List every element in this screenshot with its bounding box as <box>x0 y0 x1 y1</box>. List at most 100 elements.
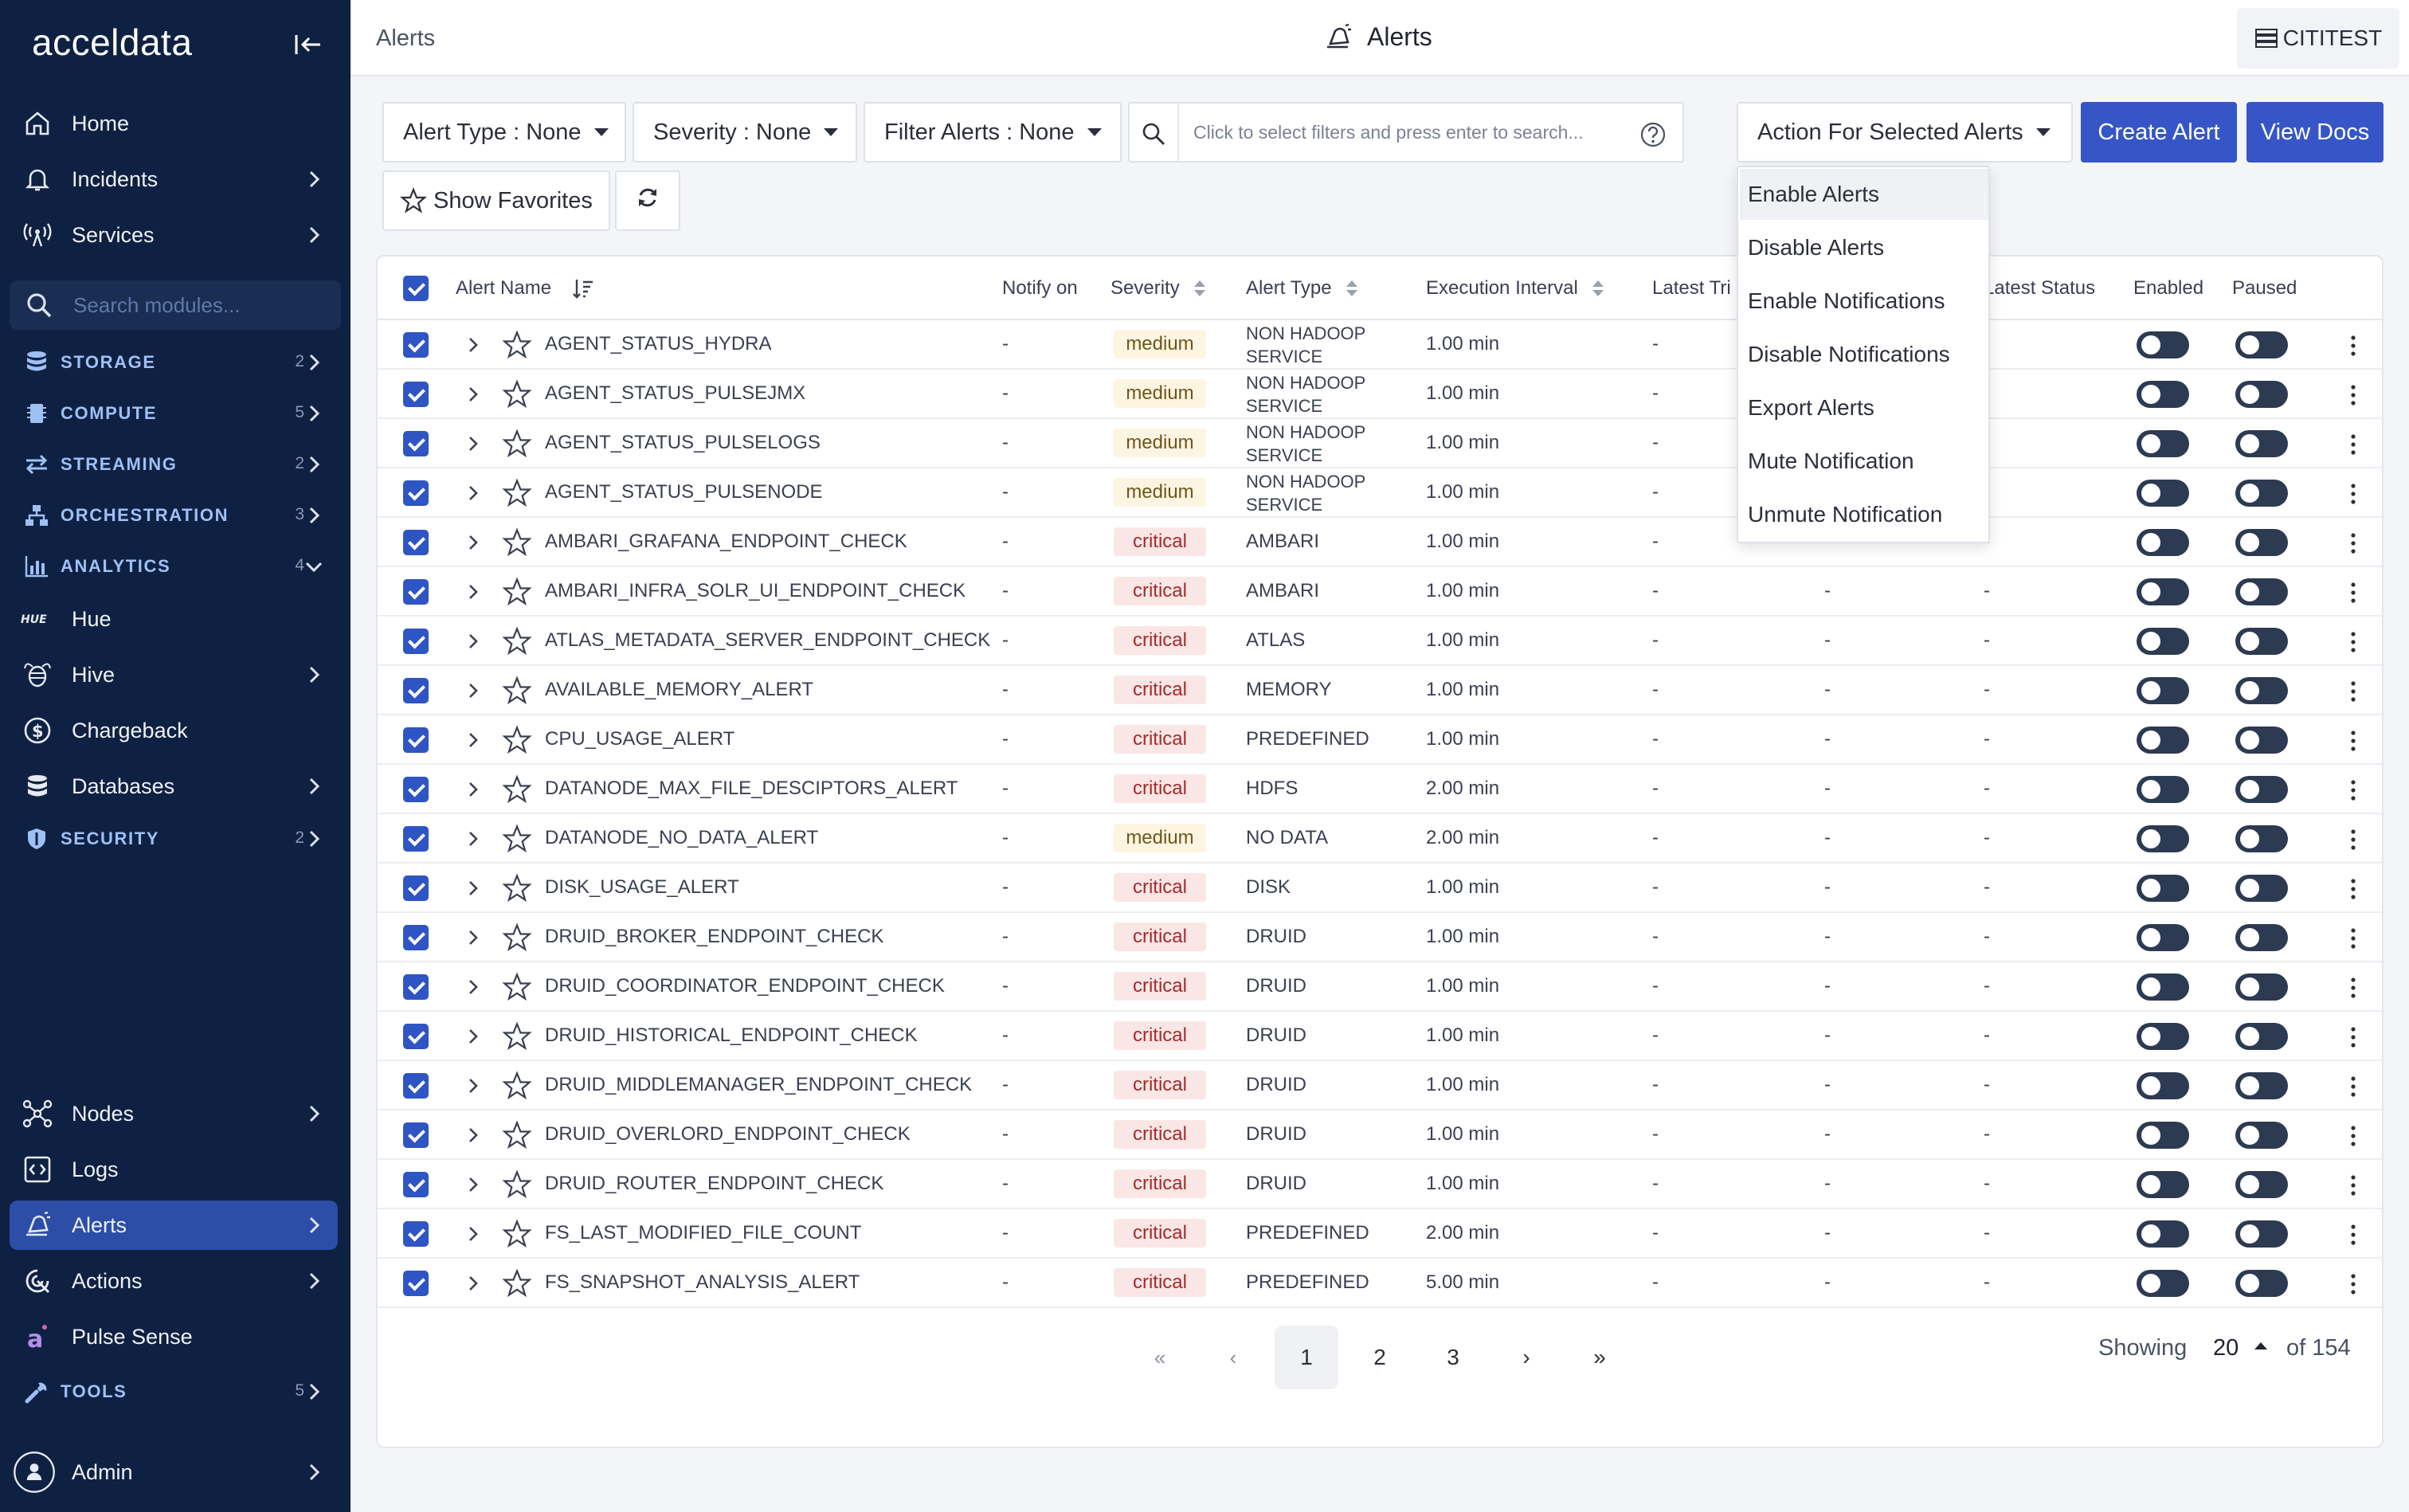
next-page-button[interactable]: › <box>1494 1326 1558 1389</box>
page-2-button[interactable]: 2 <box>1348 1326 1412 1389</box>
nav-incidents[interactable]: Incidents <box>10 155 338 204</box>
filter-alerts-dropdown[interactable]: Filter Alerts : None <box>864 102 1122 163</box>
nav-hue[interactable]: HUE Hue <box>10 594 338 644</box>
table-row[interactable]: FS_LAST_MODIFIED_FILE_COUNT - critical PRED… <box>378 1209 2382 1259</box>
row-checkbox[interactable] <box>403 480 429 506</box>
chevron-right-icon[interactable] <box>464 531 484 554</box>
menu-item-enable-alerts[interactable]: Enable Alerts <box>1740 169 1988 220</box>
chevron-right-icon[interactable] <box>464 630 484 652</box>
star-outline-icon[interactable] <box>502 1169 532 1200</box>
nav-security[interactable]: SECURITY 2 <box>10 814 338 864</box>
nav-logs[interactable]: Logs <box>10 1145 338 1194</box>
more-options-icon[interactable] <box>2347 334 2360 358</box>
first-page-button[interactable]: « <box>1128 1326 1192 1389</box>
enabled-toggle[interactable] <box>2137 924 2189 951</box>
menu-item-export-alerts[interactable]: Export Alerts <box>1740 382 1988 433</box>
row-checkbox[interactable] <box>403 1122 429 1148</box>
table-row[interactable]: DRUID_ROUTER_ENDPOINT_CHECK - critical DRUI… <box>378 1160 2382 1209</box>
page-size-selector[interactable]: 20 <box>2213 1335 2268 1361</box>
alert-name[interactable]: DRUID_MIDDLEMANAGER_ENDPOINT_CHECK <box>545 1074 972 1096</box>
star-outline-icon[interactable] <box>502 1268 532 1299</box>
row-checkbox[interactable] <box>403 777 429 802</box>
table-row[interactable]: AGENT_STATUS_HYDRA - medium NON HADOOP SERV… <box>378 320 2382 370</box>
more-options-icon[interactable] <box>2347 1173 2360 1197</box>
chevron-right-icon[interactable] <box>464 482 484 504</box>
row-checkbox[interactable] <box>403 925 429 950</box>
row-checkbox[interactable] <box>403 382 429 407</box>
table-row[interactable]: DRUID_HISTORICAL_ENDPOINT_CHECK - critical… <box>378 1012 2382 1061</box>
enabled-toggle[interactable] <box>2137 727 2189 754</box>
enabled-toggle[interactable] <box>2137 973 2189 1001</box>
row-checkbox[interactable] <box>403 431 429 456</box>
enabled-toggle[interactable] <box>2137 1220 2189 1248</box>
collapse-sidebar-icon[interactable] <box>293 30 325 59</box>
refresh-button[interactable] <box>615 170 680 231</box>
enabled-toggle[interactable] <box>2137 776 2189 803</box>
nav-tools[interactable]: TOOLS 5 <box>10 1367 338 1416</box>
nav-nodes[interactable]: Nodes <box>10 1089 338 1138</box>
chevron-right-icon[interactable] <box>464 976 484 998</box>
menu-item-disable-alerts[interactable]: Disable Alerts <box>1740 222 1988 273</box>
alert-name[interactable]: AVAILABLE_MEMORY_ALERT <box>545 679 813 701</box>
enabled-toggle[interactable] <box>2137 331 2189 358</box>
star-outline-icon[interactable] <box>502 725 532 755</box>
table-row[interactable]: DISK_USAGE_ALERT - critical DISK 1.00 min - - - <box>378 864 2382 913</box>
row-checkbox[interactable] <box>403 1073 429 1099</box>
paused-toggle[interactable] <box>2235 1270 2288 1297</box>
more-options-icon[interactable] <box>2347 926 2360 950</box>
star-outline-icon[interactable] <box>502 330 532 360</box>
last-page-button[interactable]: » <box>1568 1326 1631 1389</box>
alert-name[interactable]: DRUID_BROKER_ENDPOINT_CHECK <box>545 926 883 948</box>
alert-name[interactable]: DATANODE_NO_DATA_ALERT <box>545 827 818 849</box>
col-paused[interactable]: Paused <box>2232 277 2297 300</box>
more-options-icon[interactable] <box>2347 630 2360 654</box>
more-options-icon[interactable] <box>2347 828 2360 852</box>
nav-orchestration[interactable]: ORCHESTRATION 3 <box>10 491 338 540</box>
page-3-button[interactable]: 3 <box>1421 1326 1485 1389</box>
table-row[interactable]: AMBARI_GRAFANA_ENDPOINT_CHECK - critical AM… <box>378 518 2382 567</box>
alert-name[interactable]: CPU_USAGE_ALERT <box>545 728 734 750</box>
star-outline-icon[interactable] <box>502 676 532 706</box>
more-options-icon[interactable] <box>2347 433 2360 456</box>
breadcrumb[interactable]: Alerts <box>376 25 435 52</box>
star-outline-icon[interactable] <box>502 478 532 508</box>
enabled-toggle[interactable] <box>2137 628 2189 655</box>
star-outline-icon[interactable] <box>502 527 532 558</box>
row-checkbox[interactable] <box>403 1024 429 1049</box>
paused-toggle[interactable] <box>2235 480 2288 507</box>
col-alert-name[interactable]: Alert Name <box>456 277 594 300</box>
show-favorites-button[interactable]: Show Favorites <box>382 170 610 231</box>
row-checkbox[interactable] <box>403 974 429 1000</box>
chevron-right-icon[interactable] <box>464 1173 484 1196</box>
table-row[interactable]: DATANODE_MAX_FILE_DESCIPTORS_ALERT - criti… <box>378 765 2382 814</box>
more-options-icon[interactable] <box>2347 877 2360 901</box>
nav-chargeback[interactable]: $ Chargeback <box>10 706 338 755</box>
table-row[interactable]: DRUID_OVERLORD_ENDPOINT_CHECK - critical DR… <box>378 1110 2382 1160</box>
alert-name[interactable]: AGENT_STATUS_PULSEJMX <box>545 382 805 405</box>
menu-item-unmute-notification[interactable]: Unmute Notification <box>1740 489 1988 540</box>
chevron-right-icon[interactable] <box>464 1025 484 1048</box>
nav-home[interactable]: Home <box>10 99 338 148</box>
paused-toggle[interactable] <box>2235 430 2288 457</box>
paused-toggle[interactable] <box>2235 875 2288 902</box>
col-latest-trigger[interactable]: Latest Tri <box>1652 277 1731 300</box>
table-row[interactable]: AGENT_STATUS_PULSEJMX - medium NON HADOOP S… <box>378 370 2382 419</box>
chevron-right-icon[interactable] <box>464 433 484 455</box>
paused-toggle[interactable] <box>2235 677 2288 704</box>
paused-toggle[interactable] <box>2235 1220 2288 1248</box>
nav-pulse-sense[interactable]: a Pulse Sense <box>10 1312 338 1361</box>
star-outline-icon[interactable] <box>502 824 532 854</box>
star-outline-icon[interactable] <box>502 626 532 656</box>
nav-storage[interactable]: STORAGE 2 <box>10 338 338 387</box>
acceldata-logo[interactable]: acceldata <box>32 21 192 64</box>
star-outline-icon[interactable] <box>502 922 532 953</box>
enabled-toggle[interactable] <box>2137 381 2189 408</box>
alert-name[interactable]: AGENT_STATUS_PULSELOGS <box>545 432 821 454</box>
table-row[interactable]: DATANODE_NO_DATA_ALERT - medium NO DATA 2.00… <box>378 814 2382 864</box>
alert-name[interactable]: AGENT_STATUS_HYDRA <box>545 333 772 355</box>
paused-toggle[interactable] <box>2235 1171 2288 1198</box>
col-notify-on[interactable]: Notify on <box>1002 277 1078 300</box>
nav-admin[interactable]: Admin <box>10 1447 338 1497</box>
col-enabled[interactable]: Enabled <box>2133 277 2203 300</box>
alert-name[interactable]: FS_LAST_MODIFIED_FILE_COUNT <box>545 1222 861 1244</box>
